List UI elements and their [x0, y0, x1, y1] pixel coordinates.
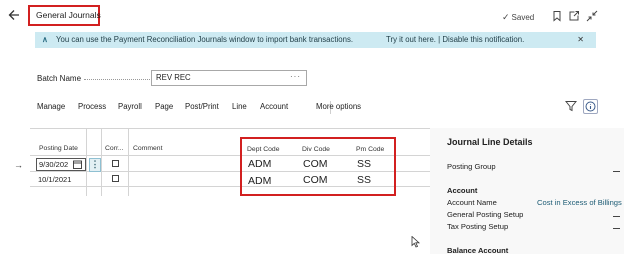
balance-account-header: Balance Account — [447, 246, 509, 254]
account-header: Account — [447, 186, 478, 195]
header-comment[interactable]: Comment — [133, 145, 162, 152]
page-title: General Journals — [28, 5, 101, 26]
header-posting-date[interactable]: Posting Date — [39, 145, 78, 152]
batch-name-value: REV REC — [156, 73, 191, 82]
tax-posting-setup-label: Tax Posting Setup — [447, 222, 509, 231]
notification-message: You can use the Payment Reconciliation J… — [56, 35, 354, 44]
posting-date-cell[interactable]: 10/1/2021 — [38, 175, 71, 184]
action-bar: Manage Process Payroll Page Post/Print L… — [30, 97, 602, 117]
details-title: Journal Line Details — [447, 137, 533, 147]
calendar-icon[interactable] — [73, 160, 82, 169]
action-process[interactable]: Process — [78, 102, 106, 111]
dismiss-notification-icon[interactable]: ✕ — [577, 32, 584, 48]
checkmark-icon: ✓ — [502, 12, 510, 22]
current-row-arrow-icon: → — [14, 160, 23, 170]
header-correction[interactable]: Corr... — [105, 145, 124, 152]
saved-label: Saved — [511, 13, 535, 22]
account-name-value[interactable]: Cost in Excess of Billings — [537, 198, 622, 207]
posting-date-value: 9/30/202 — [39, 160, 69, 169]
correction-checkbox[interactable] — [112, 160, 119, 167]
grid-col-border — [101, 128, 102, 196]
arrow-left-icon — [8, 10, 19, 20]
back-button[interactable] — [7, 8, 27, 26]
correction-checkbox[interactable] — [112, 175, 119, 182]
row-actions-button[interactable]: ⋮ — [89, 158, 101, 172]
info-circle-icon — [585, 101, 596, 112]
action-post-print[interactable]: Post/Print — [185, 102, 219, 111]
batch-name-field[interactable]: REV REC ··· — [151, 70, 307, 86]
action-payroll[interactable]: Payroll — [118, 102, 142, 111]
notification-actions[interactable]: Try it out here. | Disable this notifica… — [386, 32, 524, 48]
mouse-cursor-icon — [411, 236, 421, 248]
action-manage[interactable]: Manage — [37, 102, 65, 111]
general-posting-setup-empty-value[interactable] — [613, 216, 620, 217]
more-options-button[interactable]: More options — [316, 102, 361, 111]
info-button[interactable] — [583, 99, 598, 114]
bookmark-icon[interactable] — [551, 10, 563, 22]
grid-col-border — [128, 128, 129, 196]
more-icon[interactable]: ··· — [290, 70, 301, 84]
info-icon: ∧ — [42, 35, 48, 44]
account-name-label: Account Name — [447, 198, 497, 207]
batch-name-label: Batch Name — [37, 74, 82, 83]
filter-icon[interactable] — [565, 100, 577, 112]
saved-status: ✓ Saved — [502, 12, 534, 23]
tax-posting-setup-empty-value[interactable] — [613, 228, 620, 229]
collapse-icon[interactable] — [586, 10, 598, 22]
posting-group-label: Posting Group — [447, 162, 496, 171]
grid-border — [30, 128, 430, 129]
open-in-new-icon[interactable] — [568, 10, 580, 22]
highlight-rectangle — [240, 137, 396, 196]
posting-group-empty-value[interactable] — [613, 171, 620, 172]
action-line[interactable]: Line — [232, 102, 247, 111]
grid-col-border — [86, 128, 87, 196]
action-page[interactable]: Page — [155, 102, 173, 111]
general-posting-setup-label: General Posting Setup — [447, 210, 524, 219]
action-account[interactable]: Account — [260, 102, 288, 111]
notification-bar: ∧ You can use the Payment Reconciliation… — [35, 32, 596, 48]
field-leader — [84, 79, 150, 80]
